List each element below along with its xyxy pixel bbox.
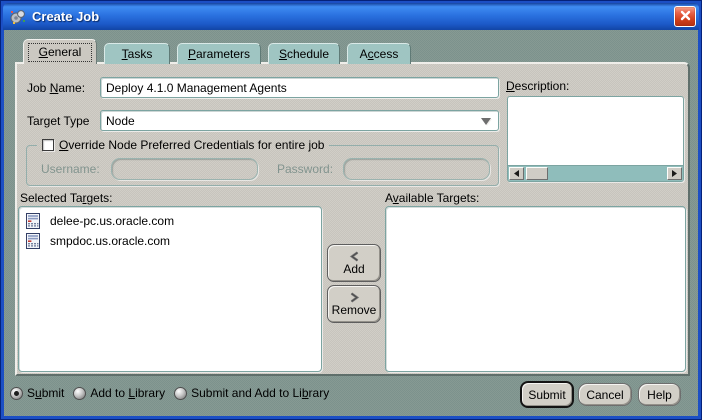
radio-circle [10,387,23,400]
credentials-legend: Override Node Preferred Credentials for … [37,138,329,152]
tab-schedule-label: Schedule [279,47,329,61]
tab-parameters-label: Parameters [188,47,250,61]
chevron-left-icon [348,251,361,262]
chevron-right-icon [348,292,361,303]
password-label: Password: [277,162,333,176]
radio-add-to-library-label: Add to Library [90,386,165,400]
submit-mode-radio-group: Submit Add to Library Submit and Add to … [10,386,329,400]
radio-circle [73,387,86,400]
triangle-right-icon [671,170,678,177]
target-type-label: Target Type [27,114,89,128]
close-button[interactable] [674,6,696,27]
window-title: Create Job [32,9,99,24]
tab-schedule[interactable]: Schedule [268,43,340,64]
chevron-down-icon [481,118,491,130]
target-type-select[interactable]: Node [100,110,499,131]
node-icon [26,233,40,249]
radio-submit[interactable]: Submit [10,386,64,400]
close-icon [680,9,691,24]
description-label: Description: [506,79,569,93]
scroll-track[interactable] [548,167,667,180]
job-name-label: Job Name: [27,81,85,95]
description-hscrollbar [508,165,683,181]
tab-tasks[interactable]: Tasks [104,43,170,64]
node-icon [26,213,40,229]
description-textarea[interactable] [507,96,684,182]
radio-submit-label: Submit [27,386,64,400]
scroll-left-button[interactable] [509,167,524,180]
general-panel: Job Name: Description: Target Type [15,62,690,376]
add-button[interactable]: Add [327,244,381,282]
remove-button-label: Remove [332,303,377,317]
description-text[interactable] [508,97,683,165]
username-label: Username: [41,162,100,176]
tab-bar: General Tasks Parameters Schedule Access [23,39,411,64]
override-credentials-checkbox[interactable] [42,139,54,151]
scroll-right-button[interactable] [667,167,682,180]
radio-add-to-library[interactable]: Add to Library [73,386,165,400]
job-name-input[interactable] [100,77,499,98]
dialog-body: General Tasks Parameters Schedule Access… [4,30,698,416]
selected-targets-list[interactable]: delee-pc.us.oracle.com smpdoc.us.oracle.… [18,206,322,372]
target-name: delee-pc.us.oracle.com [50,214,174,228]
tab-tasks-label: Tasks [122,47,153,61]
credentials-group: Override Node Preferred Credentials for … [26,138,499,186]
list-item[interactable]: smpdoc.us.oracle.com [19,231,321,251]
app-icon [9,8,27,26]
triangle-left-icon [513,170,520,177]
username-input [111,158,258,180]
add-button-label: Add [343,262,364,276]
submit-button[interactable]: Submit [520,381,574,408]
radio-circle [174,387,187,400]
override-credentials-label: Override Node Preferred Credentials for … [59,138,324,152]
available-targets-list[interactable] [385,206,686,372]
password-input [343,158,490,180]
tab-access-label: Access [360,47,399,61]
help-button[interactable]: Help [638,383,681,406]
cancel-button[interactable]: Cancel [578,383,632,406]
tab-general-label: General [39,45,82,59]
radio-submit-and-add-label: Submit and Add to Library [191,386,329,400]
radio-submit-and-add[interactable]: Submit and Add to Library [174,386,329,400]
list-item[interactable]: delee-pc.us.oracle.com [19,211,321,231]
remove-button[interactable]: Remove [327,285,381,323]
create-job-window: Create Job General Tasks Parameters Sche… [0,0,702,420]
tab-general[interactable]: General [23,39,97,64]
tab-parameters[interactable]: Parameters [177,43,261,64]
scroll-thumb[interactable] [526,167,548,180]
titlebar[interactable]: Create Job [3,3,699,30]
target-type-value: Node [106,114,135,128]
target-name: smpdoc.us.oracle.com [50,234,170,248]
available-targets-label: Available Targets: [385,191,479,205]
selected-targets-label: Selected Targets: [20,191,113,205]
tab-access[interactable]: Access [347,43,411,64]
